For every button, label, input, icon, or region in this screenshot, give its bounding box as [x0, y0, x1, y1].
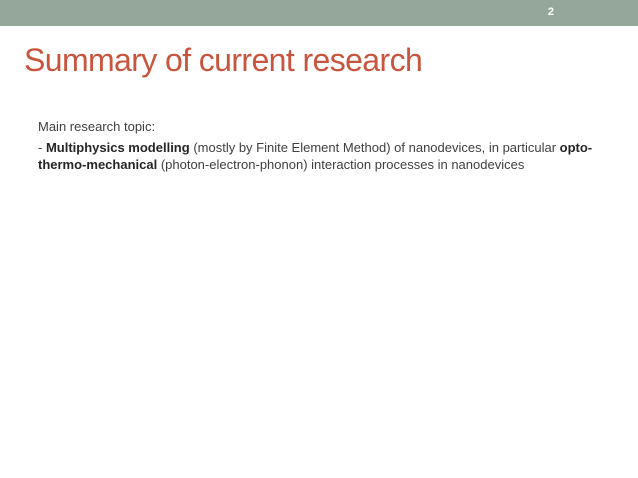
bullet-text-2: (photon-electron-phonon) interaction pro… [157, 157, 525, 172]
slide-title: Summary of current research [24, 42, 423, 78]
intro-text: Main research topic: [38, 119, 156, 134]
slide-number: 2 [547, 6, 554, 18]
term-multiphysics: Multiphysics modelling [45, 140, 190, 155]
bullet-text-1: (mostly by Finite Element Method) of nan… [189, 140, 560, 155]
slide-body: Main research topic: - Multiphysics mode… [38, 118, 608, 177]
research-bullet: - Multiphysics modelling (mostly by Fini… [38, 139, 608, 173]
header-bar: 2 [0, 0, 638, 26]
bullet-prefix: - [38, 140, 46, 155]
